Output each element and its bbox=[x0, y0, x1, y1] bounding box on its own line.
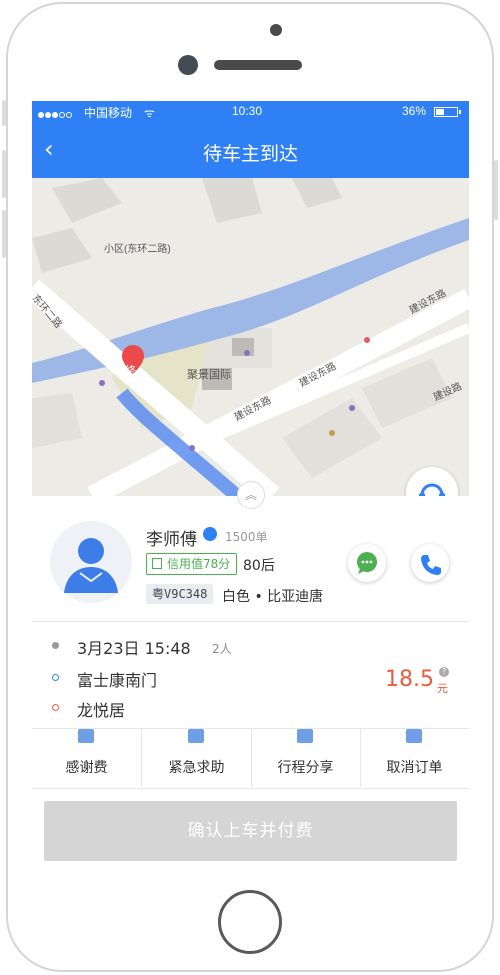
expand-map-button[interactable]: ︽ bbox=[237, 481, 265, 509]
credit-badge: 信用值78分 bbox=[146, 553, 238, 575]
home-button[interactable] bbox=[218, 890, 282, 954]
time-dot bbox=[52, 642, 59, 649]
price-info-icon[interactable]: ? bbox=[439, 667, 449, 677]
price-unit: 元 bbox=[437, 682, 448, 695]
volume-down-button bbox=[2, 210, 6, 258]
divider bbox=[32, 621, 469, 622]
proximity-sensor bbox=[178, 55, 198, 75]
avatar-icon bbox=[64, 538, 118, 593]
driver-avatar bbox=[50, 521, 132, 603]
thank-fee-button[interactable]: 感谢费 bbox=[32, 729, 141, 787]
share-icon bbox=[297, 729, 313, 743]
divider bbox=[32, 788, 469, 789]
share-trip-button[interactable]: 行程分享 bbox=[251, 729, 360, 787]
action-label: 感谢费 bbox=[65, 760, 108, 776]
customer-service-button[interactable] bbox=[406, 467, 458, 496]
passenger-count: 2人 bbox=[212, 642, 232, 656]
trip-datetime: 3月23日 15:48 bbox=[77, 639, 191, 658]
call-button[interactable] bbox=[411, 544, 449, 582]
cancel-order-button[interactable]: 取消订单 bbox=[360, 729, 469, 787]
action-label: 紧急求助 bbox=[168, 760, 225, 776]
battery-icon bbox=[434, 107, 461, 117]
battery-percent: 36% bbox=[402, 104, 427, 118]
driver-name: 李师傅 bbox=[146, 530, 197, 550]
map-label-building: 聚景国际 bbox=[187, 369, 231, 381]
status-bar: 中国移动 ᯤ 10:30 36% bbox=[32, 101, 469, 123]
confirm-boarding-button[interactable]: 确认上车并付费 bbox=[44, 801, 457, 861]
phone-icon bbox=[421, 555, 441, 575]
car-description: 白色 • 比亚迪唐 bbox=[222, 589, 324, 605]
headset-icon bbox=[419, 483, 445, 496]
license-plate: 粤V9C348 bbox=[146, 584, 214, 604]
app-screen: 中国移动 ᯤ 10:30 36% ‹ 待车主到达 小区(东环二路) 东环二路 聚… bbox=[32, 101, 469, 876]
action-label: 行程分享 bbox=[277, 760, 334, 776]
message-button[interactable] bbox=[348, 544, 386, 582]
volume-up-button bbox=[2, 150, 6, 198]
carrier-name: 中国移动 bbox=[84, 106, 133, 120]
destination-marker-label: 终 bbox=[125, 365, 136, 377]
action-label: 取消订单 bbox=[386, 760, 443, 776]
map-graphic bbox=[32, 178, 469, 496]
origin-dot bbox=[52, 674, 59, 681]
trip-price[interactable]: 18.5 bbox=[385, 667, 434, 692]
map-view[interactable]: 小区(东环二路) 东环二路 聚景国际 建设东路 建设东路 建设东路 建设路 终 bbox=[32, 178, 469, 496]
chat-icon bbox=[357, 552, 377, 574]
page-title: 待车主到达 bbox=[202, 144, 298, 165]
map-label-district: 小区(东环二路) bbox=[104, 244, 171, 255]
top-bar: 中国移动 ᯤ 10:30 36% ‹ 待车主到达 bbox=[32, 101, 469, 178]
signal-icon bbox=[38, 107, 73, 121]
driver-order-count: 1500单 bbox=[225, 530, 268, 544]
male-icon bbox=[203, 527, 217, 541]
status-time: 10:30 bbox=[232, 104, 263, 118]
earpiece-speaker bbox=[214, 60, 302, 70]
front-camera bbox=[270, 24, 282, 36]
destination-address: 龙悦居 bbox=[77, 701, 126, 720]
driver-age-group: 80后 bbox=[243, 558, 275, 574]
emergency-help-button[interactable]: 紧急求助 bbox=[142, 729, 251, 787]
mute-switch bbox=[2, 100, 6, 126]
document-icon bbox=[406, 729, 422, 743]
credit-icon bbox=[152, 558, 162, 569]
gift-icon bbox=[78, 729, 94, 743]
origin-address: 富士康南门 bbox=[77, 671, 158, 690]
alert-icon bbox=[188, 729, 204, 743]
power-button bbox=[494, 160, 498, 220]
destination-dot bbox=[52, 704, 59, 711]
wifi-icon: ᯤ bbox=[144, 106, 155, 120]
credit-text: 信用值78分 bbox=[167, 557, 231, 571]
